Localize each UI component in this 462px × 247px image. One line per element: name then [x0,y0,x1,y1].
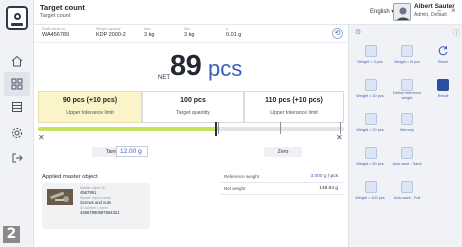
dashboard-grid-icon[interactable] [4,72,30,96]
net-label: NET [158,75,170,81]
weight-n-pcs-label[interactable]: Weight = N pcs [387,60,427,65]
left-navigation [0,0,34,247]
target-quantity-label: Target quantity [175,110,211,116]
app-window: Target count Target count English ▾ Albe… [0,0,462,247]
scale-logo-icon[interactable] [6,6,28,30]
settings-icon[interactable]: ⚙ [355,28,361,36]
info-d-value: 0.01 g [226,32,242,38]
weight-50-pcs-label[interactable]: Weight = 50 pcs [351,162,389,167]
progress-tick [218,122,219,134]
auto-save-full-icon[interactable] [398,178,416,196]
info-min-value: 3 kg [184,32,195,38]
auto-save-samt-label[interactable]: Auto save - Samt [389,162,425,167]
auto-save-samt-icon[interactable] [398,144,416,162]
info-serial-key: Scale serial no. [42,27,66,31]
weight-50-pcs-icon[interactable] [362,144,380,162]
info-d: d 0.01 g [226,27,241,38]
info-min: Min 3 kg [184,27,194,38]
info-capacity-value: KDP 2000-2 [96,32,126,38]
zero-button[interactable]: Zero [264,147,302,157]
tare-value-field[interactable]: 12.00 g [116,146,148,157]
reset-label[interactable]: Reset [427,60,459,65]
tolerance-lower-value: 90 pcs (+10 pcs) [62,97,118,104]
reference-weight-unit: / pcs [326,174,338,179]
minimize-icon[interactable]: – [437,6,441,15]
progress-bar-track [219,127,344,131]
tolerance-lower-box: 90 pcs (+10 pcs) Upper tolerance limit [38,91,142,123]
weight-100-pcs-icon[interactable] [362,178,380,196]
auto-save-full-label[interactable]: Auto save - Full [389,196,425,201]
database-icon[interactable] [8,98,26,116]
info-serial-value: WA456789 [42,32,70,38]
weight-10-pcs-label[interactable]: Weight = 10 pcs [351,94,389,99]
info-max-key: Max [144,27,151,31]
reference-weight-row: Reference weight 3.000 g / pcs [220,173,344,183]
net-weight-value: 148.84 g [319,186,338,191]
progress-marker [215,122,217,136]
info-icon[interactable]: ⓘ [453,28,460,38]
home-icon[interactable] [8,52,26,70]
tolerance-upper-box: 110 pcs (+10 pcs) Upper tolerance limit [244,91,344,123]
reference-weight-label: Reference weight [224,174,260,179]
scale-max-icon: ✕ [336,133,343,142]
reset-icon[interactable] [434,42,452,60]
weight-10-pcs-icon[interactable] [362,76,380,94]
weight-20-pcs-label[interactable]: Weight = 20 pcs [351,128,389,133]
language-selector[interactable]: English ▾ [370,8,394,15]
progress-bar-filled [38,127,219,131]
scale-info-row: Scale serial no. WA456789 Weight capacit… [34,25,348,43]
weight-20-pcs-icon[interactable] [362,110,380,128]
net-weight-label: Net weight [224,186,246,191]
user-role: Admin, Default [414,12,447,18]
info-min-key: Min [184,27,190,31]
weight-n-pcs-icon[interactable] [398,42,416,60]
scale-min-icon: ✕ [38,133,45,142]
reference-weight-value: 3.000 g [310,174,327,179]
info-capacity-key: Weight capacity [96,27,121,31]
close-icon[interactable]: × [451,6,456,15]
target-quantity-value: 100 pcs [180,97,206,104]
define-reference-weight-label[interactable]: Define reference weight [389,91,425,101]
step-badge: 2 [3,226,20,243]
page-title: Target count [40,3,85,12]
tolerance-upper-label: Upper tolerance limit [270,110,318,116]
target-quantity-box: 100 pcs Target quantity [142,91,244,123]
language-label: English [370,9,390,15]
info-capacity: Weight capacity KDP 2000-2 [96,27,126,38]
weight-value: 89 [170,50,202,82]
weight-unit: pcs [208,56,243,81]
master-object-title: Applied master object [42,174,98,180]
master-number-value: 34567890987654321 [80,210,120,215]
user-name: Albert Sauter [414,3,455,10]
weight-100-pcs-label[interactable]: Weight = 100 pcs [351,196,389,201]
info-max-value: 3 kg [144,32,155,38]
top-header: Target count Target count English ▾ Albe… [34,0,462,25]
weight-3-pcs-label[interactable]: Weight = 3 pcs [351,60,389,65]
weight-3-pcs-icon[interactable] [362,42,380,60]
user-avatar[interactable] [393,3,411,21]
master-object-card[interactable]: Master object ID 4567891 Master object n… [42,183,150,229]
net-weight-row: Net weight 148.84 g [220,185,344,195]
progress-tick [280,122,281,134]
memory-icon[interactable] [398,110,416,128]
info-d-key: d [226,27,228,31]
info-max: Max 3 kg [144,27,154,38]
result-icon[interactable] [434,76,452,94]
page-subtitle: Target count [40,13,71,19]
refresh-icon[interactable]: ⟲ [332,28,343,39]
reference-weight-value-group: 3.000 g / pcs [311,174,338,179]
settings-gear-icon[interactable] [8,124,26,142]
result-label[interactable]: Result [427,94,459,99]
memory-label[interactable]: Memory [389,128,425,133]
screws-image [47,189,73,205]
tolerance-lower-label: Upper tolerance limit [66,110,114,116]
master-id-value: 4567891 [80,190,97,195]
main-content: Scale serial no. WA456789 Weight capacit… [34,25,348,247]
tolerance-upper-value: 110 pcs (+10 pcs) [265,97,323,104]
master-name-value: Screws and nuts [80,200,111,205]
info-serial: Scale serial no. WA456789 [42,27,69,38]
logout-icon[interactable] [8,149,26,167]
function-panel: ⚙ ⓘ Weight = 3 pcs Weight = N pcs Reset … [348,25,462,247]
